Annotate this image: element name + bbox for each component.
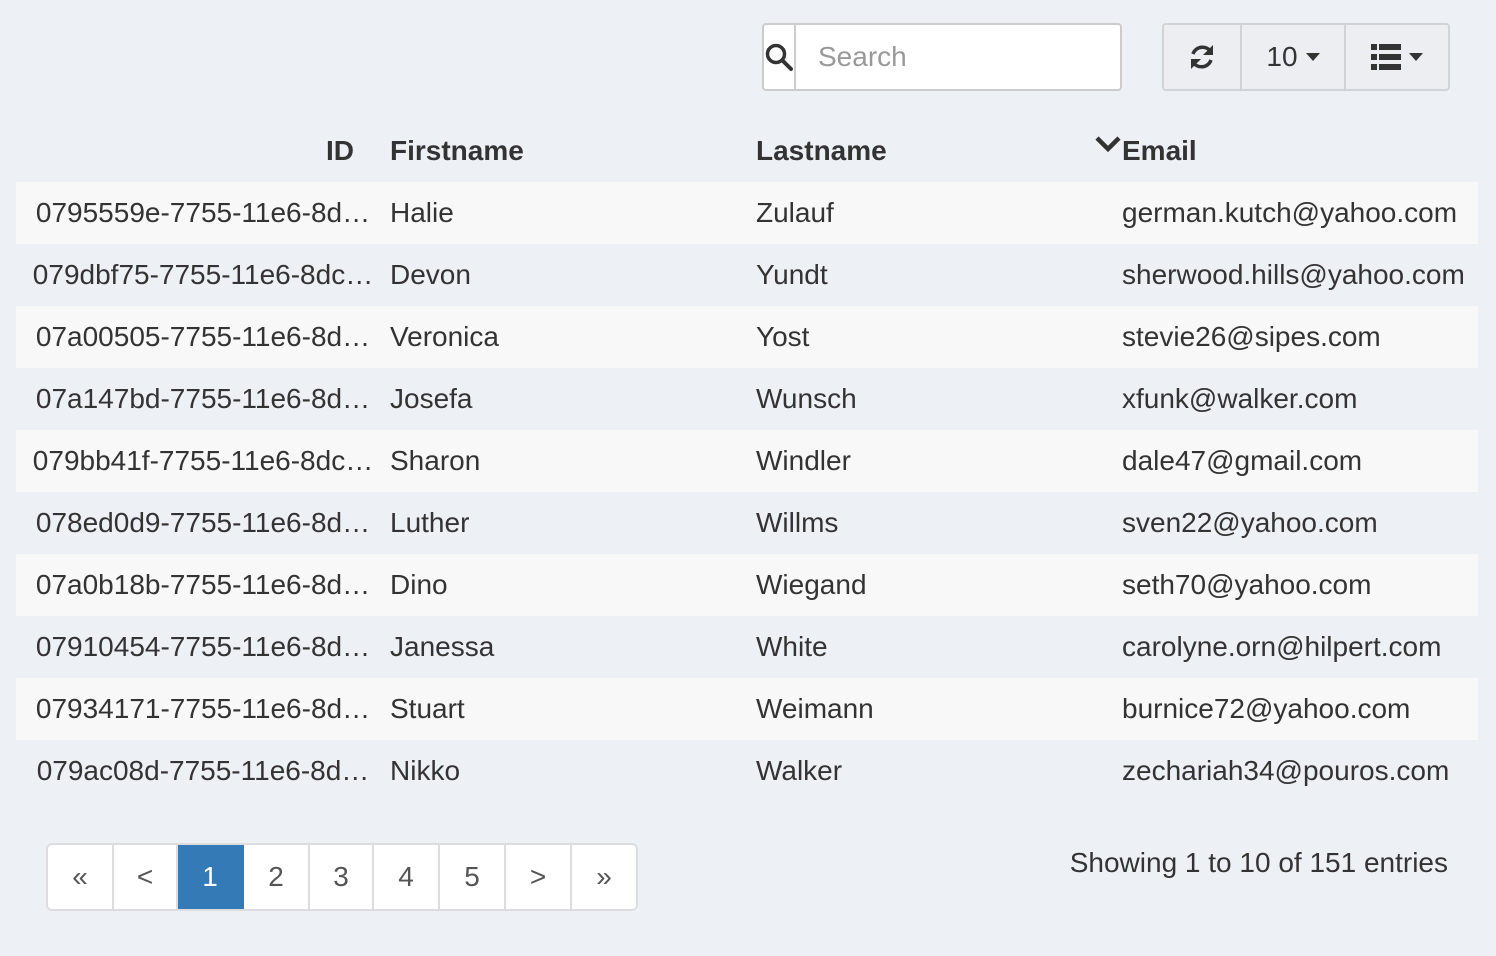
page-first-button[interactable]: «: [48, 845, 114, 909]
table-row[interactable]: 078ed0d9-7755-11e6-8d… Luther Willms sve…: [16, 492, 1478, 554]
table-row[interactable]: 0795559e-7755-11e6-8d… Halie Zulauf germ…: [16, 182, 1478, 244]
cell-firstname: Devon: [390, 259, 471, 290]
cell-firstname: Luther: [390, 507, 470, 538]
refresh-button[interactable]: [1164, 25, 1242, 89]
table-row[interactable]: 07a00505-7755-11e6-8d… Veronica Yost ste…: [16, 306, 1478, 368]
cell-firstname: Nikko: [390, 755, 461, 786]
cell-lastname: Walker: [756, 755, 843, 786]
data-table: ID Firstname Lastname Email 0795559e-775…: [16, 120, 1478, 802]
cell-firstname: Veronica: [390, 321, 499, 352]
cell-lastname: Windler: [756, 445, 851, 476]
cell-email: xfunk@walker.com: [1122, 383, 1358, 414]
cell-lastname: Yost: [756, 321, 810, 352]
caret-down-icon: [1409, 53, 1423, 61]
cell-firstname: Josefa: [390, 383, 473, 414]
columns-dropdown[interactable]: [1346, 25, 1448, 89]
page-4-button[interactable]: 4: [374, 845, 440, 909]
cell-id: 078ed0d9-7755-11e6-8d…: [35, 507, 371, 538]
cell-id: 079ac08d-7755-11e6-8d…: [36, 755, 370, 786]
refresh-icon: [1191, 45, 1213, 69]
cell-id: 07a147bd-7755-11e6-8d…: [35, 383, 371, 414]
chevron-down-icon[interactable]: [1094, 134, 1122, 154]
cell-firstname: Sharon: [390, 445, 481, 476]
cell-firstname: Stuart: [390, 693, 465, 724]
page-1-button[interactable]: 1: [178, 845, 244, 909]
column-header-lastname[interactable]: Lastname: [756, 120, 1122, 182]
cell-id: 07a0b18b-7755-11e6-8d…: [35, 569, 371, 600]
cell-id: 079dbf75-7755-11e6-8dc…: [32, 259, 374, 290]
cell-firstname: Dino: [390, 569, 448, 600]
page-3-button[interactable]: 3: [310, 845, 374, 909]
page-2-button[interactable]: 2: [244, 845, 310, 909]
cell-email: stevie26@sipes.com: [1122, 321, 1381, 352]
search-group: [762, 23, 1201, 91]
cell-lastname: Wunsch: [756, 383, 857, 414]
cell-id: 07934171-7755-11e6-8d…: [35, 693, 371, 724]
page-5-button[interactable]: 5: [440, 845, 506, 909]
cell-firstname: Janessa: [390, 631, 495, 662]
cell-id: 079bb41f-7755-11e6-8dc…: [32, 445, 374, 476]
column-header-firstname[interactable]: Firstname: [390, 120, 756, 182]
column-header-email[interactable]: Email: [1122, 120, 1478, 182]
search-icon[interactable]: [764, 25, 796, 89]
column-header-id[interactable]: ID: [16, 120, 390, 182]
cell-lastname: Wiegand: [756, 569, 867, 600]
cell-email: sven22@yahoo.com: [1122, 507, 1378, 538]
caret-down-icon: [1305, 53, 1320, 61]
table-row[interactable]: 079ac08d-7755-11e6-8d… Nikko Walker zech…: [16, 740, 1478, 802]
cell-lastname: Yundt: [756, 259, 828, 290]
column-header-label: Lastname: [756, 135, 887, 166]
cell-lastname: Zulauf: [756, 197, 834, 228]
cell-email: sherwood.hills@yahoo.com: [1122, 259, 1465, 290]
table-row[interactable]: 07a0b18b-7755-11e6-8d… Dino Wiegand seth…: [16, 554, 1478, 616]
page-size-dropdown[interactable]: 10: [1242, 25, 1346, 89]
list-icon: [1371, 44, 1401, 70]
cell-email: carolyne.orn@hilpert.com: [1122, 631, 1442, 662]
page-next-button[interactable]: >: [506, 845, 572, 909]
cell-email: dale47@gmail.com: [1122, 445, 1363, 476]
cell-email: burnice72@yahoo.com: [1122, 693, 1411, 724]
page-size-value: 10: [1266, 41, 1298, 72]
cell-email: zechariah34@pouros.com: [1122, 755, 1450, 786]
page-last-button[interactable]: »: [572, 845, 636, 909]
table-header-row: ID Firstname Lastname Email: [16, 120, 1478, 182]
table-row[interactable]: 07a147bd-7755-11e6-8d… Josefa Wunsch xfu…: [16, 368, 1478, 430]
cell-lastname: Willms: [756, 507, 839, 538]
cell-lastname: Weimann: [756, 693, 874, 724]
table-row[interactable]: 079dbf75-7755-11e6-8dc… Devon Yundt sher…: [16, 244, 1478, 306]
cell-id: 07910454-7755-11e6-8d…: [35, 631, 371, 662]
page-prev-button[interactable]: <: [114, 845, 178, 909]
cell-id: 0795559e-7755-11e6-8d…: [35, 197, 371, 228]
cell-firstname: Halie: [390, 197, 454, 228]
cell-id: 07a00505-7755-11e6-8d…: [35, 321, 371, 352]
pagination: « < 1 2 3 4 5 > »: [46, 843, 638, 911]
table-row[interactable]: 079bb41f-7755-11e6-8dc… Sharon Windler d…: [16, 430, 1478, 492]
table-row[interactable]: 07934171-7755-11e6-8d… Stuart Weimann bu…: [16, 678, 1478, 740]
cell-email: german.kutch@yahoo.com: [1122, 197, 1458, 228]
search-input[interactable]: [796, 25, 1201, 89]
cell-lastname: White: [756, 631, 828, 662]
pagination-info: Showing 1 to 10 of 151 entries: [1069, 847, 1448, 878]
table-row[interactable]: 07910454-7755-11e6-8d… Janessa White car…: [16, 616, 1478, 678]
cell-email: seth70@yahoo.com: [1122, 569, 1372, 600]
toolbar-button-group: 10: [1162, 23, 1450, 91]
